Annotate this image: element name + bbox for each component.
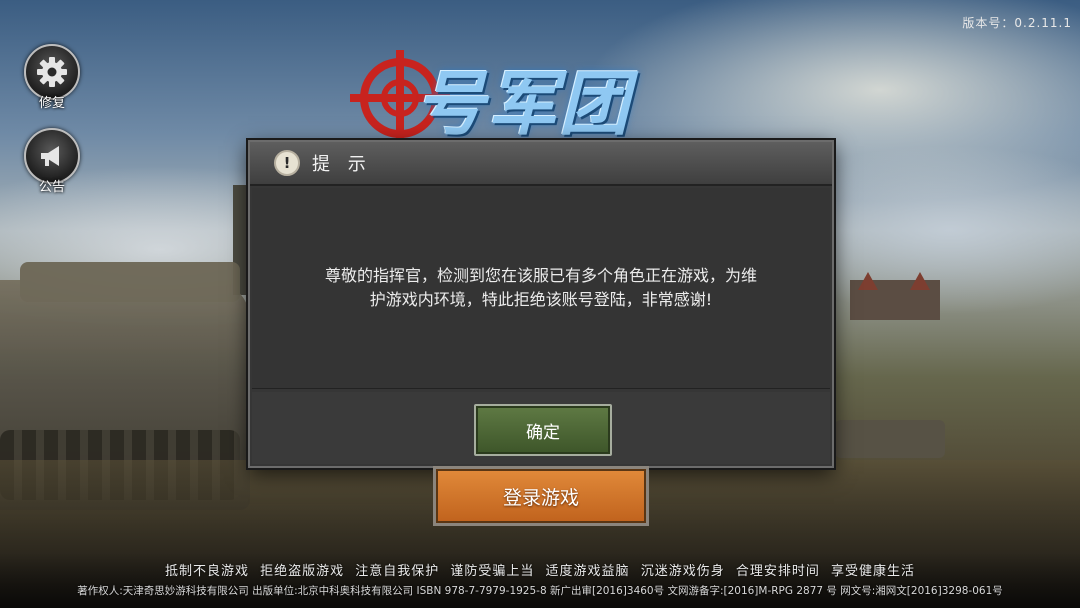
version-label: 版本号：0.2.11.1 [962,16,1072,30]
dialog-title: 提 示 [312,154,372,175]
login-game-button[interactable]: 登录游戏 [433,466,649,526]
dialog-body: 尊敬的指挥官，检测到您在该服已有多个角色正在游戏，为维护游戏内环境，特此拒绝该账… [252,188,830,389]
confirm-button[interactable]: 确定 [474,404,612,456]
dialog-header: ! 提 示 [250,142,832,186]
notice-label: 公告 [38,180,65,195]
dialog-message: 尊敬的指挥官，检测到您在该服已有多个角色正在游戏，为维护游戏内环境，特此拒绝该账… [324,266,757,309]
dialog-footer: 确定 [252,392,830,464]
copyright-text: 著作权人:天津奇思妙游科技有限公司 出版单位:北京中科奥科技有限公司 ISBN … [77,585,1003,597]
repair-label: 修复 [38,96,65,111]
health-notice: 抵制不良游戏 拒绝盗版游戏 注意自我保护 谨防受骗上当 适度游戏益脑 沉迷游戏伤… [165,564,915,579]
notice-button[interactable]: 公告 [22,128,82,195]
logo-text: 号军团 [415,63,631,145]
background-castle [850,272,940,320]
repair-button[interactable]: 修复 [22,44,82,111]
exclamation-icon: ! [274,150,300,176]
background-tank-small [835,420,945,458]
alert-dialog: ! 提 示 尊敬的指挥官，检测到您在该服已有多个角色正在游戏，为维护游戏内环境，… [248,140,834,468]
game-logo: 号军团 [345,40,735,150]
